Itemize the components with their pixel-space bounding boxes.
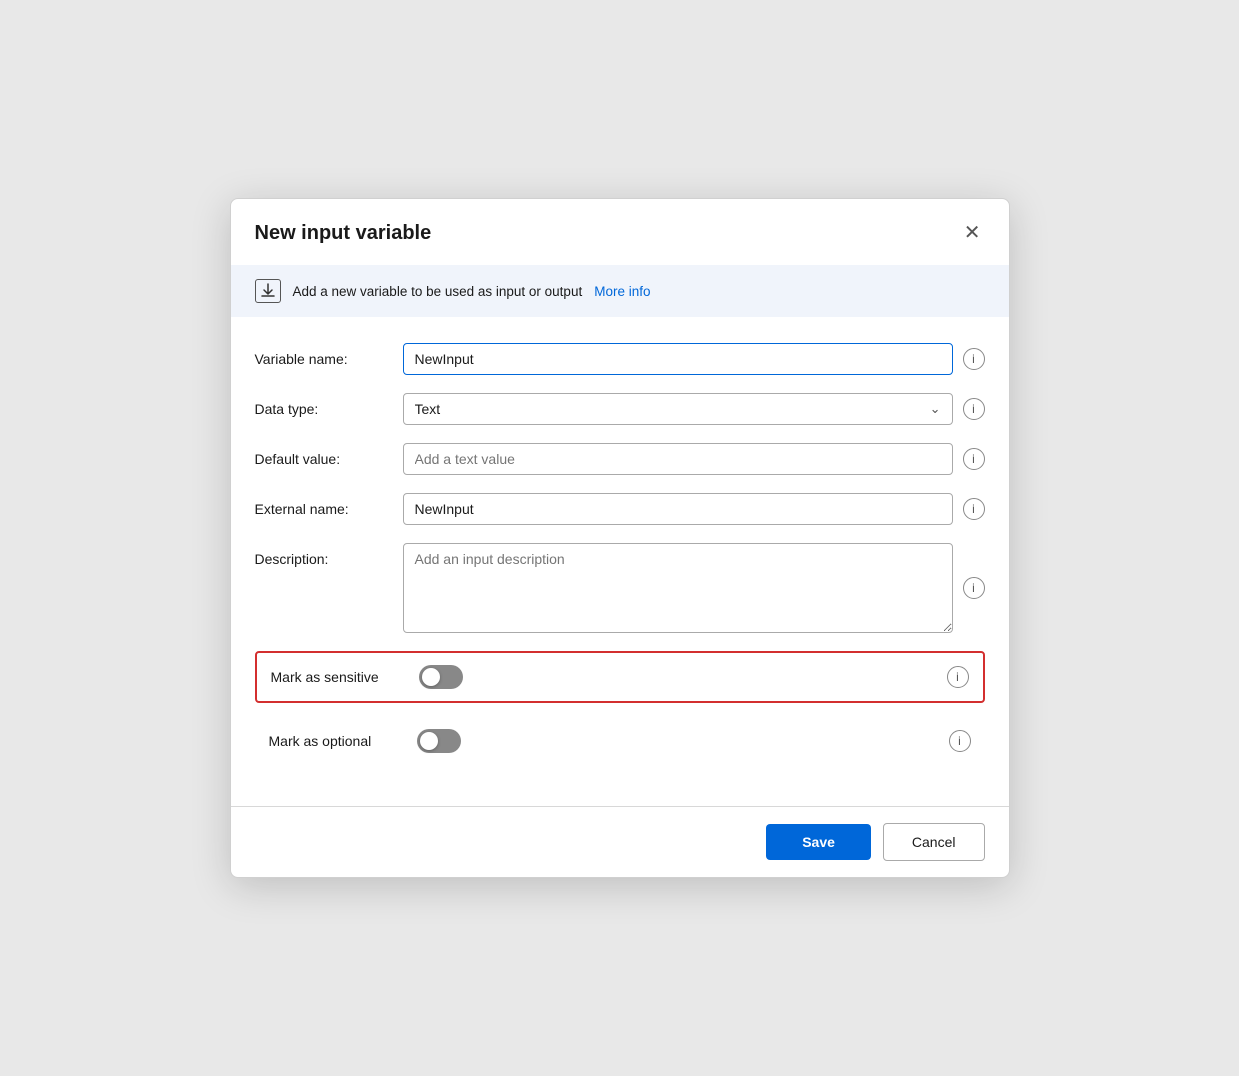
variable-name-row: Variable name: i [255, 343, 985, 375]
sensitive-label: Mark as sensitive [271, 669, 419, 685]
external-name-label: External name: [255, 493, 403, 517]
variable-name-label: Variable name: [255, 343, 403, 367]
dialog-title: New input variable [255, 222, 432, 245]
dialog-footer: Save Cancel [231, 807, 1009, 877]
optional-toggle-thumb [420, 732, 438, 750]
banner-text: Add a new variable to be used as input o… [293, 284, 583, 299]
default-value-input[interactable] [403, 443, 953, 475]
optional-label: Mark as optional [269, 733, 417, 749]
description-info-icon[interactable]: i [963, 577, 985, 599]
close-button[interactable]: ✕ [960, 219, 985, 247]
external-name-control: i [403, 493, 985, 525]
sensitive-info-wrap: i [947, 666, 969, 688]
variable-name-control: i [403, 343, 985, 375]
optional-section: Mark as optional i [255, 717, 985, 765]
default-value-control: i [403, 443, 985, 475]
optional-toggle-wrap [417, 729, 461, 753]
description-row: Description: i [255, 543, 985, 633]
data-type-select-wrapper: Text Number Boolean DateTime List DataTa… [403, 393, 953, 425]
variable-name-info-icon[interactable]: i [963, 348, 985, 370]
sensitive-toggle[interactable] [419, 665, 463, 689]
external-name-info-icon[interactable]: i [963, 498, 985, 520]
data-type-control: Text Number Boolean DateTime List DataTa… [403, 393, 985, 425]
data-type-select[interactable]: Text Number Boolean DateTime List DataTa… [403, 393, 953, 425]
form-body: Variable name: i Data type: Text Number … [231, 325, 1009, 796]
data-type-label: Data type: [255, 393, 403, 417]
default-value-label: Default value: [255, 443, 403, 467]
default-value-row: Default value: i [255, 443, 985, 475]
sensitive-toggle-track [419, 665, 463, 689]
data-type-row: Data type: Text Number Boolean DateTime … [255, 393, 985, 425]
dialog-header: New input variable ✕ [231, 199, 1009, 265]
info-banner: Add a new variable to be used as input o… [231, 265, 1009, 317]
optional-toggle-track [417, 729, 461, 753]
variable-name-input[interactable] [403, 343, 953, 375]
sensitive-info-icon[interactable]: i [947, 666, 969, 688]
save-button[interactable]: Save [766, 824, 871, 860]
default-value-info-icon[interactable]: i [963, 448, 985, 470]
description-input[interactable] [403, 543, 953, 633]
optional-toggle[interactable] [417, 729, 461, 753]
sensitive-toggle-wrap [419, 665, 463, 689]
description-control: i [403, 543, 985, 633]
new-input-variable-dialog: New input variable ✕ Add a new variable … [230, 198, 1010, 878]
sensitive-toggle-thumb [422, 668, 440, 686]
sensitive-section: Mark as sensitive i [255, 651, 985, 703]
external-name-row: External name: i [255, 493, 985, 525]
external-name-input[interactable] [403, 493, 953, 525]
cancel-button[interactable]: Cancel [883, 823, 985, 861]
download-icon [255, 279, 281, 303]
description-label: Description: [255, 543, 403, 567]
optional-info-wrap: i [949, 730, 971, 752]
data-type-info-icon[interactable]: i [963, 398, 985, 420]
optional-info-icon[interactable]: i [949, 730, 971, 752]
more-info-link[interactable]: More info [594, 284, 650, 299]
